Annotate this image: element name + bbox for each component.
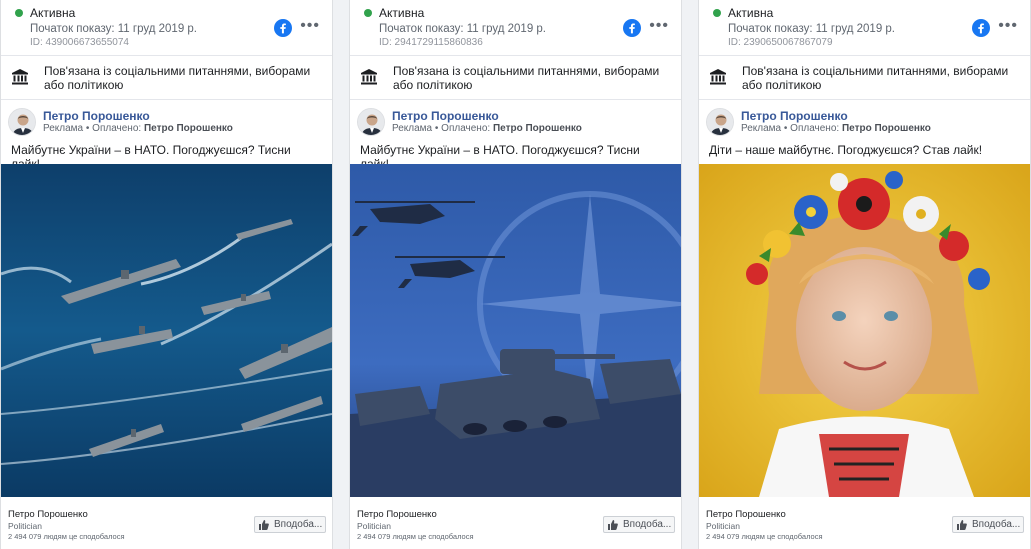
footer-likes-count: 2 494 079 людям це сподобалося: [706, 532, 823, 541]
like-button-label: Вподоба...: [972, 519, 1021, 530]
government-building-icon: [710, 69, 726, 85]
ad-footer: Петро Порошенко Politician 2 494 079 люд…: [1, 497, 332, 549]
page-name-link[interactable]: Петро Порошенко: [741, 109, 848, 123]
more-options-icon[interactable]: •••: [300, 18, 320, 34]
sponsor-name: Петро Порошенко: [492, 123, 582, 134]
avatar[interactable]: [357, 108, 385, 136]
avatar[interactable]: [8, 108, 36, 136]
ad-card: Активна Початок показу: 11 груд 2019 р. …: [349, 0, 682, 549]
like-button-label: Вподоба...: [623, 519, 672, 530]
ad-status-header: Активна Початок показу: 11 груд 2019 р. …: [350, 0, 681, 56]
page-name-link[interactable]: Петро Порошенко: [392, 109, 499, 123]
ad-id: ID: 2941729115860836: [379, 37, 483, 48]
like-button[interactable]: Вподоба...: [603, 516, 675, 533]
status-label: Активна: [728, 6, 774, 20]
more-options-icon[interactable]: •••: [649, 18, 669, 34]
sponsor-line: Реклама • Оплачено: Петро Порошенко: [43, 123, 233, 134]
like-button[interactable]: Вподоба...: [254, 516, 326, 533]
sponsor-name: Петро Порошенко: [143, 123, 233, 134]
girl-flower-wreath-image[interactable]: [699, 164, 1030, 497]
active-status-icon: [364, 9, 372, 17]
more-options-icon[interactable]: •••: [998, 18, 1018, 34]
political-disclaimer: Пов'язана із соціальними питаннями, вибо…: [350, 56, 681, 100]
thumbs-up-icon: [608, 519, 618, 530]
ad-card: Активна Початок показу: 11 груд 2019 р. …: [0, 0, 333, 549]
sponsor-line: Реклама • Оплачено: Петро Порошенко: [741, 123, 931, 134]
ad-card: Активна Початок показу: 11 груд 2019 р. …: [698, 0, 1031, 549]
active-status-icon: [15, 9, 23, 17]
ad-id: ID: 439006673655074: [30, 37, 129, 48]
sponsor-name: Петро Порошенко: [841, 123, 931, 134]
post-header: Петро Порошенко Реклама • Оплачено: Петр…: [350, 100, 681, 140]
ad-text: Майбутнє України – в НАТО. Погоджуєшся? …: [360, 143, 640, 171]
political-disclaimer: Пов'язана із соціальними питаннями, вибо…: [699, 56, 1030, 100]
active-status-icon: [713, 9, 721, 17]
government-building-icon: [361, 69, 377, 85]
post-header: Петро Порошенко Реклама • Оплачено: Петр…: [1, 100, 332, 140]
status-label: Активна: [30, 6, 76, 20]
like-button[interactable]: Вподоба...: [952, 516, 1024, 533]
footer-likes-count: 2 494 079 людям це сподобалося: [8, 532, 125, 541]
political-disclaimer: Пов'язана із соціальними питаннями, вибо…: [1, 56, 332, 100]
aircraft-carrier-fleet-image[interactable]: [1, 164, 332, 497]
facebook-icon: [623, 19, 641, 37]
ad-text: Діти – наше майбутнє. Погоджуєшся? Став …: [709, 143, 983, 157]
ad-status-header: Активна Початок показу: 11 груд 2019 р. …: [1, 0, 332, 56]
sponsor-line: Реклама • Оплачено: Петро Порошенко: [392, 123, 582, 134]
avatar[interactable]: [706, 108, 734, 136]
political-disclaimer-text: Пов'язана із соціальними питаннями, вибо…: [393, 64, 660, 92]
footer-category: Politician: [8, 521, 43, 531]
footer-category: Politician: [706, 521, 741, 531]
ad-id: ID: 2390650067867079: [728, 37, 833, 48]
post-header: Петро Порошенко Реклама • Оплачено: Петр…: [699, 100, 1030, 140]
footer-page-name[interactable]: Петро Порошенко: [357, 509, 437, 520]
political-disclaimer-text: Пов'язана із соціальними питаннями, вибо…: [742, 64, 1009, 92]
footer-category: Politician: [357, 521, 392, 531]
status-label: Активна: [379, 6, 425, 20]
political-disclaimer-text: Пов'язана із соціальними питаннями, вибо…: [44, 64, 311, 92]
footer-likes-count: 2 494 079 людям це сподобалося: [357, 532, 474, 541]
thumbs-up-icon: [957, 519, 967, 530]
thumbs-up-icon: [259, 519, 269, 530]
page-name-link[interactable]: Петро Порошенко: [43, 109, 150, 123]
facebook-icon: [274, 19, 292, 37]
ad-footer: Петро Порошенко Politician 2 494 079 люд…: [699, 497, 1030, 549]
footer-page-name[interactable]: Петро Порошенко: [706, 509, 786, 520]
nato-helicopters-tanks-image[interactable]: [350, 164, 681, 497]
footer-page-name[interactable]: Петро Порошенко: [8, 509, 88, 520]
facebook-icon: [972, 19, 990, 37]
like-button-label: Вподоба...: [274, 519, 323, 530]
government-building-icon: [12, 69, 28, 85]
ad-text: Майбутнє України – в НАТО. Погоджуєшся? …: [11, 143, 291, 171]
ad-footer: Петро Порошенко Politician 2 494 079 люд…: [350, 497, 681, 549]
ad-status-header: Активна Початок показу: 11 груд 2019 р. …: [699, 0, 1030, 56]
